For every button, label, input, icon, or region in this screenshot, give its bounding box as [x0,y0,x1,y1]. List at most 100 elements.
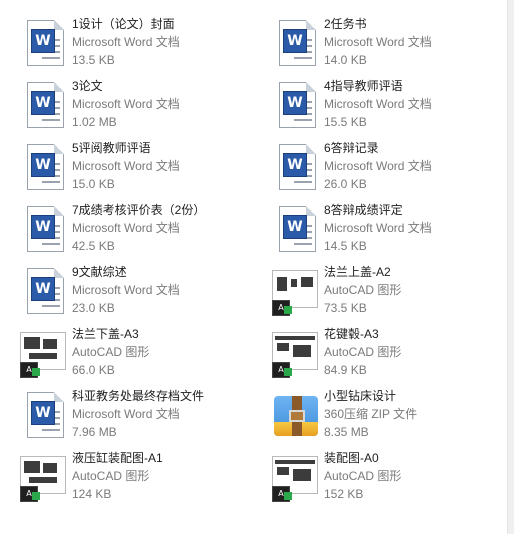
file-size: 124 KB [72,487,112,501]
file-text: 1设计（论文）封面 Microsoft Word 文档 13.5 KB [72,16,258,70]
file-size: 8.35 MB [324,425,369,439]
file-text: 7成绩考核评价表（2份） Microsoft Word 文档 42.5 KB [72,202,258,256]
file-type: AutoCAD 图形 [72,469,150,483]
file-text: 装配图-A0 AutoCAD 图形 152 KB [324,450,510,504]
word-badge: W [283,91,307,115]
file-name: 小型钻床设计 [324,389,397,403]
word-badge: W [31,29,55,53]
file-name: 液压缸装配图-A1 [72,451,163,465]
file-item[interactable]: A 法兰下盖-A3 AutoCAD 图形 66.0 KB [18,326,258,382]
word-badge: W [31,215,55,239]
autocad-drawing-icon: A [18,452,70,504]
word-badge: W [31,401,55,425]
doc-line [42,181,60,183]
file-size: 73.5 KB [324,301,367,315]
file-type: AutoCAD 图形 [324,469,402,483]
file-item[interactable]: W 2任务书 Microsoft Word 文档 14.0 KB [270,16,510,72]
file-name: 科亚教务处最终存档文件 [72,389,205,403]
doc-line [42,119,60,121]
file-type: Microsoft Word 文档 [72,35,180,49]
file-item[interactable]: W 4指导教师评语 Microsoft Word 文档 15.5 KB [270,78,510,134]
word-doc-icon: W [18,204,70,256]
file-item[interactable]: W 3论文 Microsoft Word 文档 1.02 MB [18,78,258,134]
file-name: 1设计（论文）封面 [72,17,175,31]
file-item[interactable]: 小型钻床设计 360压缩 ZIP 文件 8.35 MB [270,388,510,444]
doc-fold [54,20,64,30]
file-text: 法兰上盖-A2 AutoCAD 图形 73.5 KB [324,264,510,318]
zip-body [274,396,318,436]
file-name: 9文献综述 [72,265,127,279]
file-item[interactable]: W 6答辩记录 Microsoft Word 文档 26.0 KB [270,140,510,196]
file-text: 4指导教师评语 Microsoft Word 文档 15.5 KB [324,78,510,132]
file-text: 2任务书 Microsoft Word 文档 14.0 KB [324,16,510,70]
word-doc-icon: W [270,142,322,194]
autocad-badge-accent [32,368,40,376]
word-badge: W [31,277,55,301]
file-item[interactable]: A 装配图-A0 AutoCAD 图形 152 KB [270,450,510,506]
file-text: 液压缸装配图-A1 AutoCAD 图形 124 KB [72,450,258,504]
word-badge: W [31,153,55,177]
file-item[interactable]: W 5评阅教师评语 Microsoft Word 文档 15.0 KB [18,140,258,196]
doc-fold [306,144,316,154]
file-item[interactable]: W 科亚教务处最终存档文件 Microsoft Word 文档 7.96 MB [18,388,258,444]
doc-page: W [27,268,64,314]
autocad-badge-accent [284,492,292,500]
word-doc-icon: W [18,266,70,318]
word-doc-icon: W [270,80,322,132]
file-type: Microsoft Word 文档 [324,35,432,49]
file-item[interactable]: A 液压缸装配图-A1 AutoCAD 图形 124 KB [18,450,258,506]
file-size: 1.02 MB [72,115,117,129]
file-item[interactable]: W 1设计（论文）封面 Microsoft Word 文档 13.5 KB [18,16,258,72]
file-type: Microsoft Word 文档 [72,283,180,297]
word-doc-icon: W [18,390,70,442]
file-size: 26.0 KB [324,177,367,191]
file-name: 花键毂-A3 [324,327,379,341]
file-size: 14.5 KB [324,239,367,253]
doc-line [294,181,312,183]
autocad-drawing-icon: A [270,266,322,318]
file-item[interactable]: W 7成绩考核评价表（2份） Microsoft Word 文档 42.5 KB [18,202,258,258]
doc-page: W [27,20,64,66]
vertical-scrollbar[interactable] [507,0,514,534]
file-type: Microsoft Word 文档 [324,97,432,111]
doc-page: W [279,206,316,252]
doc-line [294,119,312,121]
doc-page: W [27,82,64,128]
doc-line [42,429,60,431]
file-name: 法兰上盖-A2 [324,265,391,279]
doc-fold [54,144,64,154]
file-item[interactable]: A 花键毂-A3 AutoCAD 图形 84.9 KB [270,326,510,382]
file-name: 8答辩成绩评定 [324,203,403,217]
file-size: 66.0 KB [72,363,115,377]
file-item[interactable]: W 9文献综述 Microsoft Word 文档 23.0 KB [18,264,258,320]
file-item[interactable]: A 法兰上盖-A2 AutoCAD 图形 73.5 KB [270,264,510,320]
file-size: 14.0 KB [324,53,367,67]
autocad-badge-accent [284,306,292,314]
doc-page: W [279,20,316,66]
file-type: AutoCAD 图形 [324,283,402,297]
word-badge: W [283,215,307,239]
autocad-drawing-icon: A [270,452,322,504]
file-type: Microsoft Word 文档 [72,221,180,235]
doc-line [42,243,60,245]
file-text: 科亚教务处最终存档文件 Microsoft Word 文档 7.96 MB [72,388,258,442]
file-type: 360压缩 ZIP 文件 [324,407,418,421]
file-name: 3论文 [72,79,103,93]
doc-line [294,243,312,245]
word-badge: W [283,153,307,177]
zip-archive-icon [270,390,322,442]
file-name: 4指导教师评语 [324,79,403,93]
doc-page: W [27,206,64,252]
autocad-badge-accent [32,492,40,500]
doc-line [42,57,60,59]
file-name: 5评阅教师评语 [72,141,151,155]
file-item[interactable]: W 8答辩成绩评定 Microsoft Word 文档 14.5 KB [270,202,510,258]
file-size: 7.96 MB [72,425,117,439]
file-type: Microsoft Word 文档 [72,159,180,173]
doc-fold [306,20,316,30]
doc-fold [54,392,64,402]
word-badge: W [283,29,307,53]
file-text: 花键毂-A3 AutoCAD 图形 84.9 KB [324,326,510,380]
file-size: 84.9 KB [324,363,367,377]
word-doc-icon: W [18,142,70,194]
